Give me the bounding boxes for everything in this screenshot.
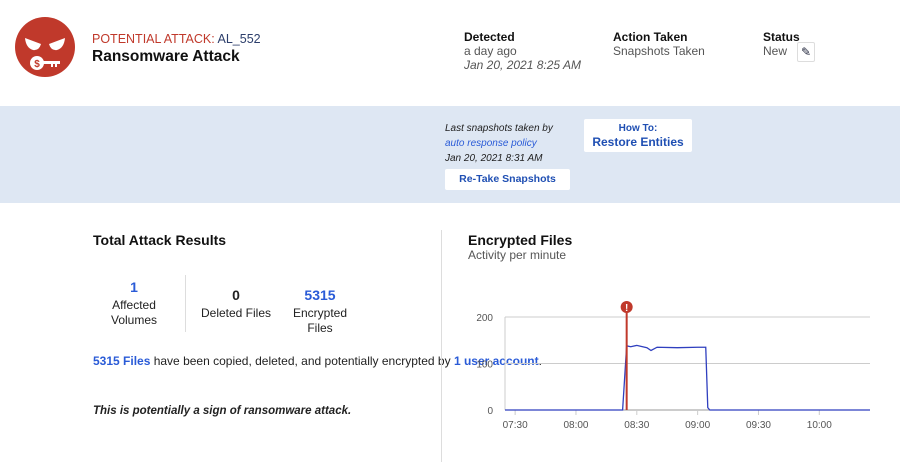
y-tick-label: 200 [476,313,493,324]
x-tick-label: 08:00 [563,420,588,431]
y-tick-label: 0 [487,406,493,417]
encrypted-files-chart: 0 100 200 07:30 08:00 08:30 09:00 09:30 10:00! [476,301,870,431]
x-tick-label: 10:00 [807,420,832,431]
alert-icon-glyph: ! [625,303,628,314]
x-tick-label: 08:30 [624,420,649,431]
series-line [505,344,870,411]
x-tick-label: 07:30 [503,420,528,431]
x-tick-label: 09:00 [685,420,710,431]
y-tick-label: 100 [476,360,493,371]
x-tick-label: 09:30 [746,420,771,431]
